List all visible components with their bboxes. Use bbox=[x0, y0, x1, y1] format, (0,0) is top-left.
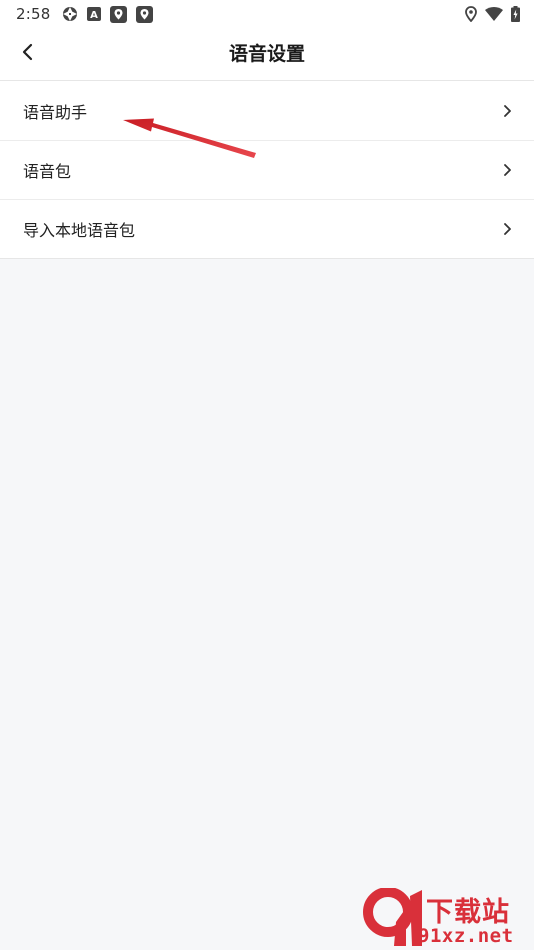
status-time: 2:58 bbox=[16, 5, 51, 23]
a-box-icon: A bbox=[87, 7, 102, 21]
status-icons-right bbox=[465, 6, 520, 22]
status-icons-left: A bbox=[62, 5, 154, 23]
svg-text:A: A bbox=[91, 10, 99, 21]
app-header: 语音设置 bbox=[0, 28, 534, 81]
page-title: 语音设置 bbox=[228, 43, 305, 65]
chevron-right-icon bbox=[502, 103, 512, 119]
watermark-top-text: 下载站 bbox=[426, 897, 510, 928]
chevron-right-icon bbox=[502, 162, 512, 178]
settings-item-label: 语音助手 bbox=[23, 102, 88, 122]
map-pin-box-icon bbox=[110, 5, 128, 23]
watermark: 下载站 91xz.net bbox=[362, 888, 534, 950]
battery-charging-icon bbox=[511, 6, 520, 22]
settings-item-import-local-voice-pack[interactable]: 导入本地语音包 bbox=[0, 199, 534, 258]
status-bar: 2:58 A bbox=[0, 0, 534, 28]
aperture-icon bbox=[62, 6, 78, 22]
settings-item-voice-pack[interactable]: 语音包 bbox=[0, 140, 534, 199]
chevron-left-icon bbox=[21, 43, 33, 65]
map-pin-box-icon bbox=[136, 5, 154, 23]
settings-item-voice-assistant[interactable]: 语音助手 bbox=[0, 81, 534, 140]
watermark-logo bbox=[363, 888, 422, 946]
back-button[interactable] bbox=[12, 39, 42, 69]
settings-item-label: 语音包 bbox=[23, 162, 72, 181]
location-icon bbox=[465, 6, 477, 22]
watermark-bottom-text: 91xz.net bbox=[418, 925, 514, 947]
wifi-icon bbox=[485, 7, 503, 21]
settings-list: 语音助手 语音包 导入本地语音包 bbox=[0, 81, 534, 259]
settings-item-label: 导入本地语音包 bbox=[23, 221, 136, 240]
chevron-right-icon bbox=[502, 221, 512, 237]
